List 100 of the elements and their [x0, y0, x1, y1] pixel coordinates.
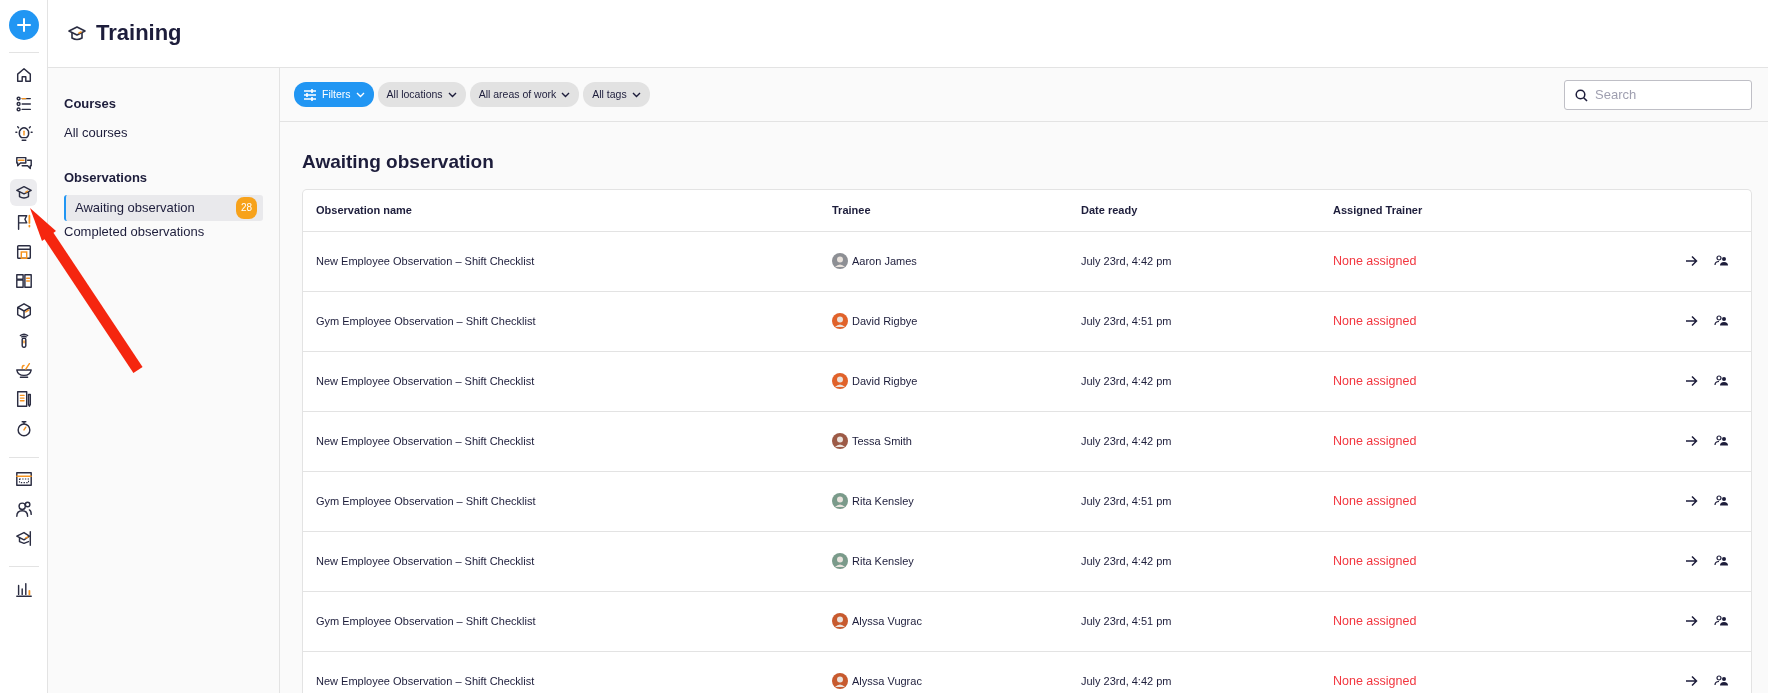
avatar	[832, 613, 848, 629]
people-icon	[1714, 375, 1729, 386]
column-header: Observation name	[316, 202, 412, 218]
table-cell-text: Gym Employee Observation – Shift Checklist	[316, 493, 536, 509]
open-button[interactable]	[1685, 495, 1698, 507]
filter-dropdown[interactable]: All tags	[583, 81, 650, 108]
box-icon	[14, 301, 33, 320]
sidebar-item[interactable]: Awaiting observation 28	[64, 195, 263, 221]
arrow-right-icon	[1685, 555, 1698, 567]
sidebar-heading: Observations	[64, 168, 149, 187]
arrow-right-icon	[1685, 675, 1698, 687]
table-cell-text: New Employee Observation – Shift Checklist	[316, 253, 535, 269]
document-icon	[14, 390, 33, 408]
assign-trainer-button[interactable]	[1714, 555, 1729, 567]
stopwatch-icon	[14, 419, 33, 438]
section-title: Awaiting observation	[302, 150, 495, 174]
trainee-name: Rita Kensley	[852, 553, 914, 569]
calendar-icon	[14, 470, 33, 488]
table-cell-text: July 23rd, 4:42 pm	[1081, 673, 1172, 689]
trainer-status: None assigned	[1333, 252, 1417, 270]
trainer-status: None assigned	[1333, 312, 1417, 330]
assign-trainer-button[interactable]	[1714, 675, 1729, 687]
avatar	[832, 373, 848, 389]
people-icon	[1714, 495, 1729, 506]
add-button[interactable]	[8, 10, 39, 40]
arrow-right-icon	[1685, 315, 1698, 327]
people-icon	[1714, 435, 1729, 446]
people-icon	[1714, 675, 1729, 686]
filter-dropdown[interactable]: All areas of work	[469, 81, 580, 108]
trainer-status: None assigned	[1333, 552, 1417, 570]
arrow-right-icon	[1685, 435, 1698, 447]
bowl-icon	[14, 360, 33, 379]
layout-icon	[14, 272, 33, 290]
sidebar-item[interactable]: All courses	[64, 121, 263, 144]
open-button[interactable]	[1685, 315, 1698, 327]
table-cell-text: Gym Employee Observation – Shift Checklist	[316, 613, 536, 629]
open-button[interactable]	[1685, 255, 1698, 267]
filter-dropdown[interactable]: All locations	[377, 81, 466, 108]
people-icon	[14, 499, 33, 518]
table-cell-text: July 23rd, 4:51 pm	[1081, 613, 1172, 629]
assign-trainer-button[interactable]	[1714, 495, 1729, 507]
sliders-icon	[303, 88, 317, 101]
printer-icon	[14, 242, 33, 261]
open-button[interactable]	[1685, 375, 1698, 387]
avatar	[832, 673, 848, 689]
chevron-down-icon	[447, 91, 457, 98]
arrow-right-icon	[1685, 615, 1698, 627]
table-cell-text: July 23rd, 4:42 pm	[1081, 253, 1172, 269]
trainee-name: Tessa Smith	[852, 433, 912, 449]
house-icon	[14, 65, 33, 84]
people-icon	[1714, 615, 1729, 626]
avatar	[832, 313, 848, 329]
table-cell-text: New Employee Observation – Shift Checklist	[316, 673, 535, 689]
search-field[interactable]: Search	[1564, 79, 1752, 110]
table-cell-text: Gym Employee Observation – Shift Checklist	[316, 313, 536, 329]
avatar	[832, 433, 848, 449]
checklist-icon	[14, 95, 33, 113]
arrow-right-icon	[1685, 255, 1698, 267]
chevron-down-icon	[355, 91, 365, 98]
trainee-name: Alyssa Vugrac	[852, 673, 922, 689]
assign-trainer-button[interactable]	[1714, 435, 1729, 447]
nav-rail-button[interactable]	[10, 179, 37, 206]
assign-trainer-button[interactable]	[1714, 375, 1729, 387]
sidebar-item[interactable]: Completed observations	[64, 221, 263, 243]
trainee-name: Rita Kensley	[852, 493, 914, 509]
avatar	[832, 253, 848, 269]
cap-sign-icon	[14, 529, 33, 547]
assign-trainer-button[interactable]	[1714, 315, 1729, 327]
plus-icon	[16, 18, 31, 32]
table-cell-text: New Employee Observation – Shift Checklist	[316, 553, 535, 569]
column-header: Trainee	[832, 202, 871, 218]
open-button[interactable]	[1685, 615, 1698, 627]
people-icon	[1714, 555, 1729, 566]
people-icon	[1714, 255, 1729, 266]
open-button[interactable]	[1685, 555, 1698, 567]
table-cell-text: July 23rd, 4:51 pm	[1081, 493, 1172, 509]
trainer-status: None assigned	[1333, 372, 1417, 390]
count-badge: 28	[235, 197, 257, 219]
page-title: Training	[96, 20, 182, 47]
trainee-name: Alyssa Vugrac	[852, 613, 922, 629]
column-header: Date ready	[1081, 202, 1138, 218]
table-cell-text: July 23rd, 4:42 pm	[1081, 553, 1172, 569]
avatar	[832, 553, 848, 569]
open-button[interactable]	[1685, 435, 1698, 447]
trainee-name: David Rigbye	[852, 373, 918, 389]
trainee-name: David Rigbye	[852, 313, 918, 329]
column-header: Assigned Trainer	[1333, 202, 1423, 218]
assign-trainer-button[interactable]	[1714, 615, 1729, 627]
trainer-status: None assigned	[1333, 612, 1417, 630]
chevron-down-icon	[561, 91, 571, 98]
sidebar-heading: Courses	[64, 95, 118, 113]
trainer-status: None assigned	[1333, 432, 1417, 450]
arrow-right-icon	[1685, 375, 1698, 387]
table-cell-text: July 23rd, 4:42 pm	[1081, 433, 1172, 449]
chat-bubbles-icon	[14, 154, 33, 172]
trainee-name: Aaron James	[852, 253, 917, 269]
table-cell-text: New Employee Observation – Shift Checklist	[316, 433, 535, 449]
assign-trainer-button[interactable]	[1714, 255, 1729, 267]
trainer-status: None assigned	[1333, 492, 1417, 510]
open-button[interactable]	[1685, 675, 1698, 687]
